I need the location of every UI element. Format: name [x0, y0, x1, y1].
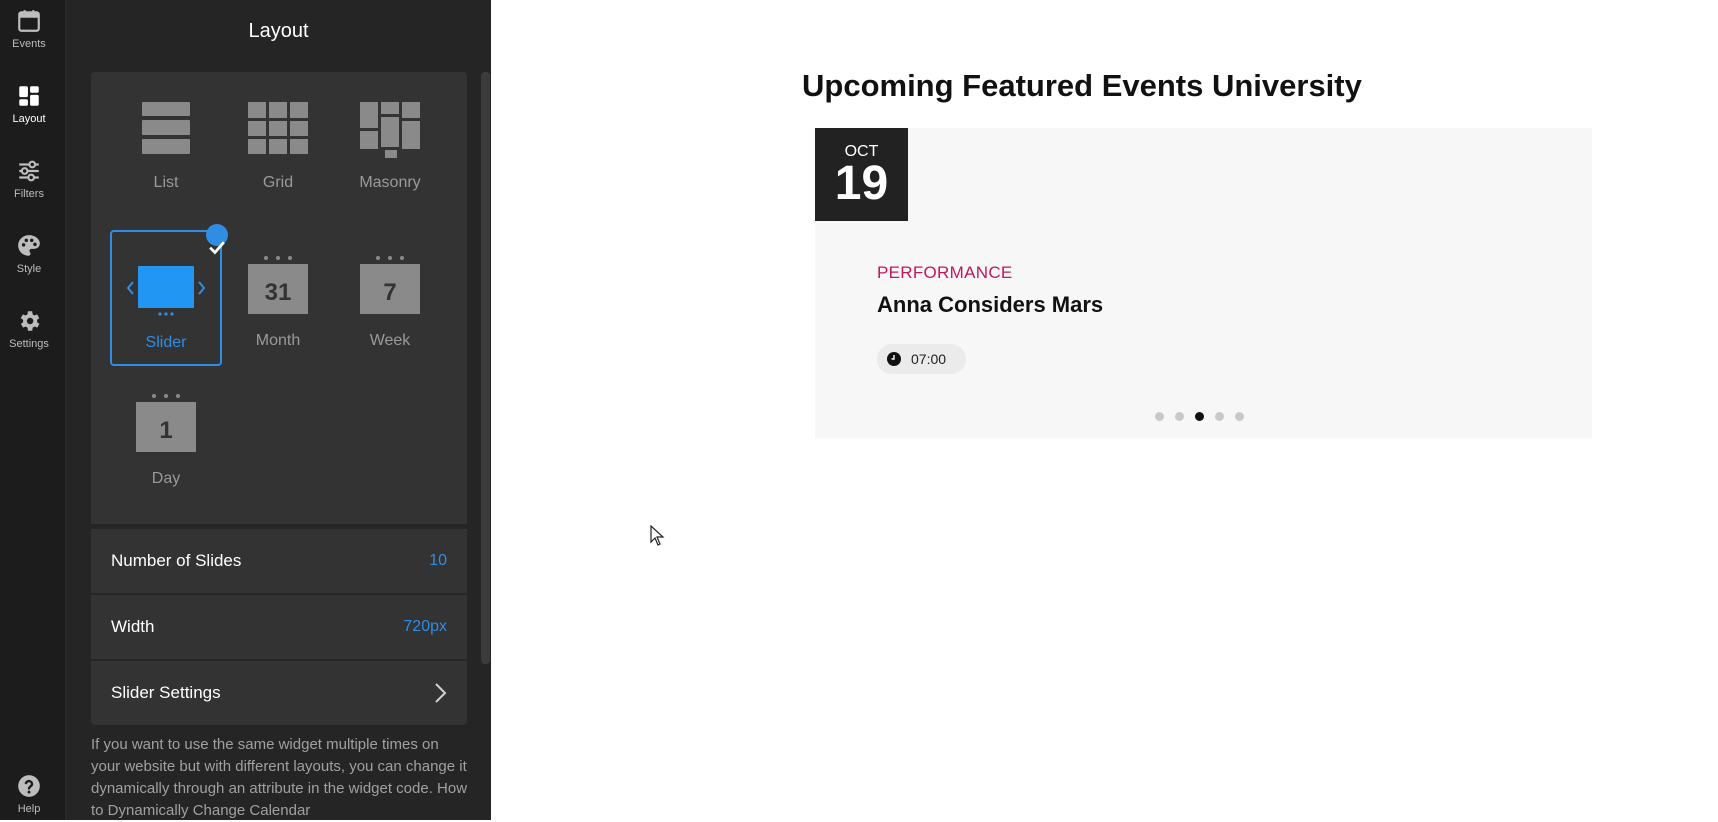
rail-item-help[interactable]: Help	[0, 773, 58, 815]
palette-icon	[18, 235, 40, 256]
slider-pagination	[1155, 412, 1244, 421]
number-of-slides-label: Number of Slides	[111, 551, 242, 570]
rail-label-settings: Settings	[9, 338, 49, 350]
layout-option-slider[interactable]: Slider	[110, 224, 228, 366]
layout-option-list[interactable]: List	[110, 72, 222, 208]
clock-icon	[887, 352, 901, 366]
layout-panel: Layout List Grid Masonry Slider 31 Month	[66, 0, 491, 820]
rail-item-events[interactable]: Events	[0, 8, 58, 50]
svg-text:1: 1	[159, 417, 172, 444]
widget-title: Upcoming Featured Events University	[802, 68, 1362, 103]
event-slide[interactable]: OCT 19 PERFORMANCE Anna Considers Mars 0…	[815, 128, 1592, 438]
masonry-layout-icon	[360, 102, 420, 158]
width-row[interactable]: Width 720px	[91, 594, 467, 659]
number-of-slides-value[interactable]: 10	[429, 552, 447, 570]
event-category[interactable]: PERFORMANCE	[877, 263, 1013, 283]
pagination-dot[interactable]	[1215, 412, 1224, 421]
event-title[interactable]: Anna Considers Mars	[877, 292, 1103, 318]
day-layout-icon: 1	[136, 394, 196, 452]
help-text: If you want to use the same widget multi…	[91, 736, 468, 819]
rail-label-filters: Filters	[14, 188, 44, 200]
layout-option-label: Day	[151, 470, 181, 487]
icon-rail: Events Layout Filters Style Settings Hel…	[0, 0, 66, 820]
slider-layout-icon	[126, 266, 206, 316]
mouse-cursor-icon	[650, 525, 665, 546]
layout-option-month[interactable]: 31 Month	[222, 230, 334, 366]
rail-item-settings[interactable]: Settings	[0, 308, 58, 350]
layout-icon	[19, 86, 39, 106]
number-of-slides-row[interactable]: Number of Slides 10	[91, 528, 467, 593]
help-icon	[18, 775, 40, 797]
pagination-dot-active[interactable]	[1195, 412, 1204, 421]
layout-option-week[interactable]: 7 Week	[334, 230, 446, 366]
rail-label-style: Style	[16, 263, 42, 275]
layout-option-label: List	[153, 174, 179, 191]
date-badge: OCT 19	[815, 128, 908, 221]
layout-option-label: Month	[255, 332, 301, 349]
pagination-dot[interactable]	[1235, 412, 1244, 421]
layout-option-grid[interactable]: Grid	[222, 72, 334, 208]
date-day: 19	[834, 157, 889, 210]
pagination-dot[interactable]	[1155, 412, 1164, 421]
month-layout-icon: 31	[248, 256, 308, 314]
rail-label-help: Help	[17, 803, 41, 815]
pagination-dot[interactable]	[1175, 412, 1184, 421]
layout-options: List Grid Masonry Slider 31 Month 7 Week	[91, 72, 467, 524]
chevron-right-icon	[435, 683, 447, 703]
layout-option-label: Slider	[145, 334, 187, 351]
layout-option-day[interactable]: 1 Day	[110, 368, 222, 504]
week-layout-icon: 7	[360, 256, 420, 314]
gear-icon	[20, 311, 40, 331]
layout-option-label: Masonry	[359, 174, 421, 191]
layout-option-masonry[interactable]: Masonry	[334, 72, 446, 208]
panel-scrollbar[interactable]	[481, 72, 490, 664]
slider-settings-row[interactable]: Slider Settings	[91, 660, 467, 725]
rail-label-events: Events	[12, 38, 46, 50]
event-time: 07:00	[877, 344, 967, 374]
event-time-value: 07:00	[911, 351, 947, 367]
calendar-icon	[18, 10, 40, 32]
grid-layout-icon	[248, 102, 308, 154]
slider-settings-label: Slider Settings	[111, 683, 221, 702]
list-layout-icon	[142, 102, 190, 154]
rail-item-style[interactable]: Style	[0, 233, 58, 275]
width-label: Width	[111, 617, 155, 636]
rail-label-layout: Layout	[12, 113, 46, 125]
sliders-icon	[19, 160, 39, 182]
rail-item-filters[interactable]: Filters	[0, 158, 58, 200]
panel-title: Layout	[248, 20, 309, 42]
svg-text:31: 31	[265, 279, 292, 306]
layout-option-label: Week	[369, 332, 411, 349]
width-value[interactable]: 720px	[403, 618, 447, 636]
rail-item-layout[interactable]: Layout	[0, 83, 58, 125]
svg-text:7: 7	[383, 279, 396, 306]
layout-option-label: Grid	[262, 174, 294, 191]
